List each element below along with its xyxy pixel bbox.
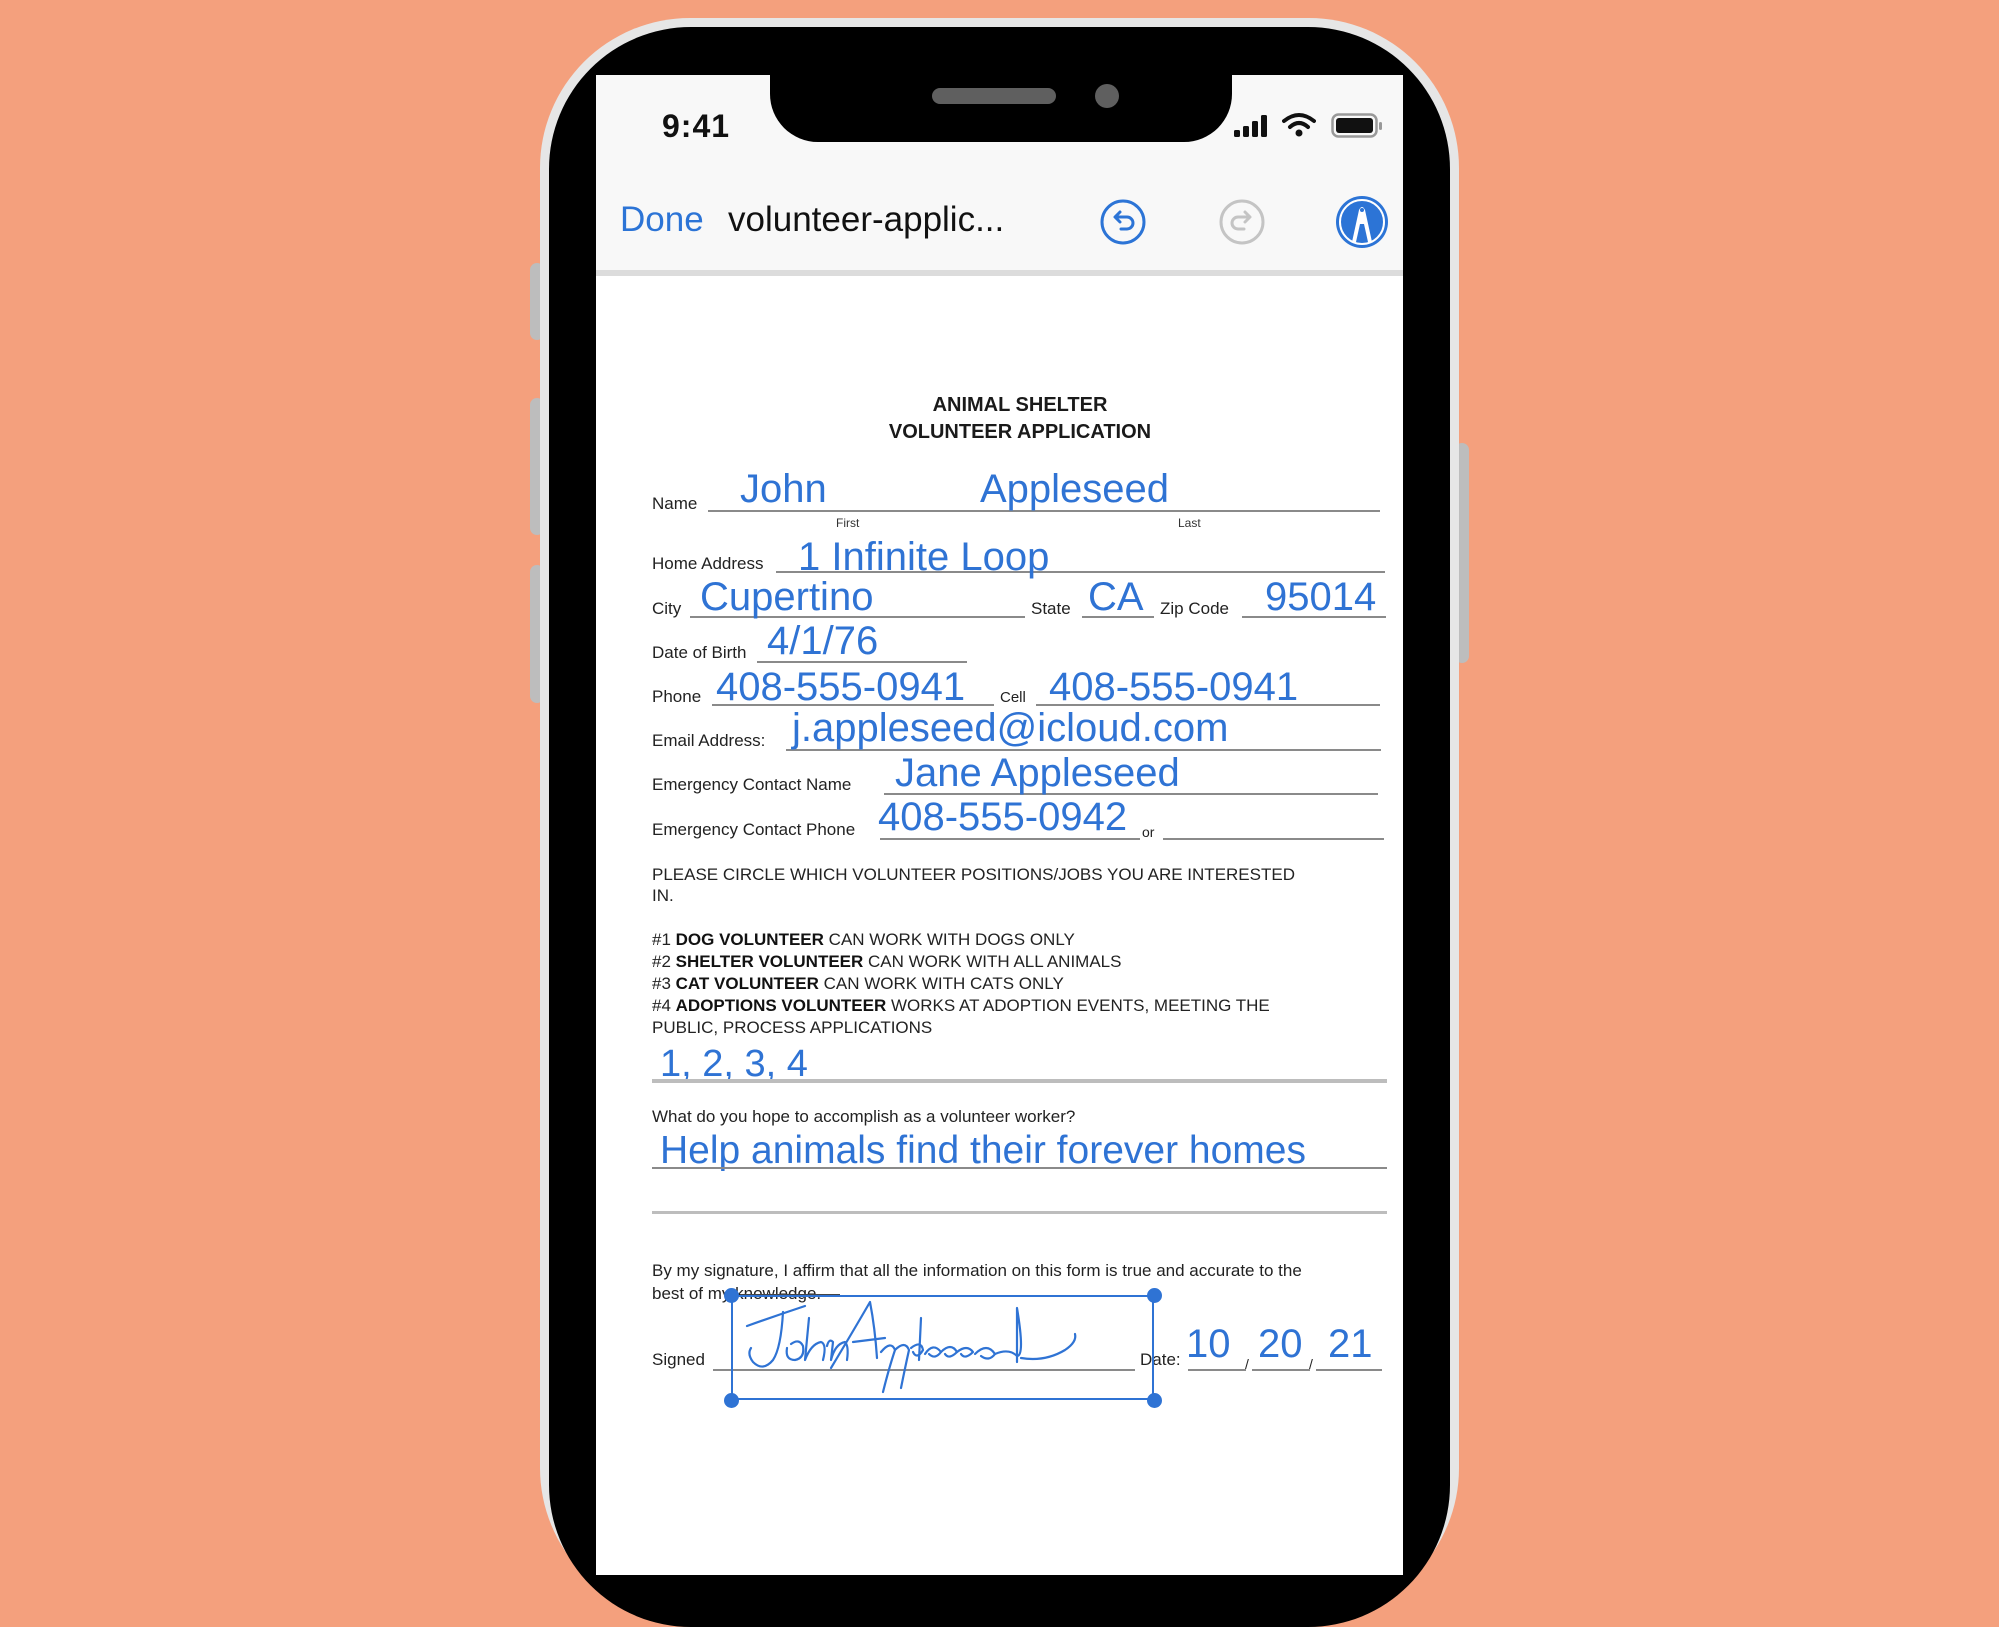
notch	[770, 27, 1232, 142]
last-name-value[interactable]: Appleseed	[980, 469, 1169, 509]
zip-label: Zip Code	[1160, 599, 1229, 618]
done-button[interactable]: Done	[620, 200, 704, 240]
date-day-value[interactable]: 20	[1258, 1324, 1303, 1364]
positions-underline	[652, 1079, 1387, 1083]
affirmation-text: By my signature, I affirm that all the i…	[652, 1261, 1302, 1280]
cell-value[interactable]: 408-555-0941	[1049, 667, 1298, 707]
date-month-underline	[1188, 1369, 1246, 1371]
position-number: #4	[652, 996, 676, 1015]
toolbar-divider	[596, 270, 1403, 276]
emergency-phone-label: Emergency Contact Phone	[652, 820, 856, 839]
goal-underline	[652, 1167, 1387, 1169]
state-value[interactable]: CA	[1088, 577, 1144, 617]
first-caption: First	[836, 516, 860, 530]
goal-underline-2	[652, 1211, 1387, 1214]
goal-value[interactable]: Help animals find their forever homes	[660, 1131, 1306, 1170]
phone-label: Phone	[652, 687, 702, 706]
position-name: SHELTER VOLUNTEER	[675, 952, 864, 971]
dob-label: Date of Birth	[652, 643, 747, 662]
date-year-value[interactable]: 21	[1328, 1324, 1373, 1364]
signature-drawing[interactable]	[735, 1298, 1155, 1398]
emergency-phone-value[interactable]: 408-555-0942	[878, 797, 1127, 837]
position-item: #4 ADOPTIONS VOLUNTEER WORKS AT ADOPTION…	[652, 996, 1270, 1016]
first-name-value[interactable]: John	[740, 469, 827, 509]
home-address-value[interactable]: 1 Infinite Loop	[798, 537, 1049, 577]
position-desc: CAN WORK WITH DOGS ONLY	[823, 930, 1075, 949]
date-month-value[interactable]: 10	[1186, 1324, 1231, 1364]
emergency-phone-alt-underline	[1163, 838, 1384, 840]
position-item: #1 DOG VOLUNTEER CAN WORK WITH DOGS ONLY	[652, 930, 1075, 950]
position-number: #2	[652, 952, 676, 971]
email-value[interactable]: j.appleseed@icloud.com	[792, 708, 1228, 748]
markup-icon[interactable]	[1334, 194, 1390, 250]
date-separator: /	[1309, 1356, 1313, 1372]
date-day-underline	[1252, 1369, 1310, 1371]
or-label: or	[1142, 824, 1155, 840]
positions-value[interactable]: 1, 2, 3, 4	[660, 1045, 808, 1083]
position-desc: CAN WORK WITH CATS ONLY	[818, 974, 1064, 993]
goal-question: What do you hope to accomplish as a volu…	[652, 1107, 1076, 1126]
document-title: volunteer-applic...	[728, 200, 1005, 239]
status-time: 9:41	[662, 108, 731, 144]
state-label: State	[1031, 599, 1071, 618]
date-separator: /	[1245, 1356, 1249, 1372]
city-value[interactable]: Cupertino	[700, 577, 873, 617]
emergency-name-value[interactable]: Jane Appleseed	[895, 753, 1180, 793]
cell-label: Cell	[1000, 689, 1026, 706]
positions-instruction: PLEASE CIRCLE WHICH VOLUNTEER POSITIONS/…	[652, 865, 1295, 884]
dob-value[interactable]: 4/1/76	[767, 621, 878, 661]
form-title-line2: VOLUNTEER APPLICATION	[888, 421, 1152, 443]
position-name: CAT VOLUNTEER	[675, 974, 819, 993]
signal-icon	[1234, 115, 1267, 137]
position-number: #3	[652, 974, 676, 993]
speaker-grille	[932, 88, 1056, 104]
phone-value[interactable]: 408-555-0941	[716, 667, 965, 707]
zip-value[interactable]: 95014	[1265, 577, 1376, 617]
positions-instruction-cont: IN.	[652, 886, 674, 905]
wifi-icon	[1282, 113, 1316, 137]
position-item-cont: PUBLIC, PROCESS APPLICATIONS	[652, 1018, 933, 1037]
undo-icon[interactable]	[1099, 198, 1147, 246]
battery-icon	[1331, 113, 1382, 138]
front-camera	[1095, 84, 1119, 108]
position-item: #3 CAT VOLUNTEER CAN WORK WITH CATS ONLY	[652, 974, 1064, 994]
position-name: ADOPTIONS VOLUNTEER	[675, 996, 887, 1015]
date-year-underline	[1316, 1369, 1382, 1371]
form-title-line1: ANIMAL SHELTER	[932, 394, 1108, 416]
emergency-name-label: Emergency Contact Name	[652, 775, 852, 794]
position-name: DOG VOLUNTEER	[675, 930, 824, 949]
signed-label: Signed	[652, 1350, 705, 1369]
position-number: #1	[652, 930, 676, 949]
position-desc: WORKS AT ADOPTION EVENTS, MEETING THE	[886, 996, 1270, 1015]
name-label: Name	[652, 494, 698, 513]
position-desc: CAN WORK WITH ALL ANIMALS	[863, 952, 1122, 971]
city-label: City	[652, 599, 682, 618]
home-address-label: Home Address	[652, 554, 764, 573]
email-label: Email Address:	[652, 731, 766, 750]
last-caption: Last	[1178, 516, 1201, 530]
redo-icon[interactable]	[1218, 198, 1266, 246]
position-item: #2 SHELTER VOLUNTEER CAN WORK WITH ALL A…	[652, 952, 1121, 972]
